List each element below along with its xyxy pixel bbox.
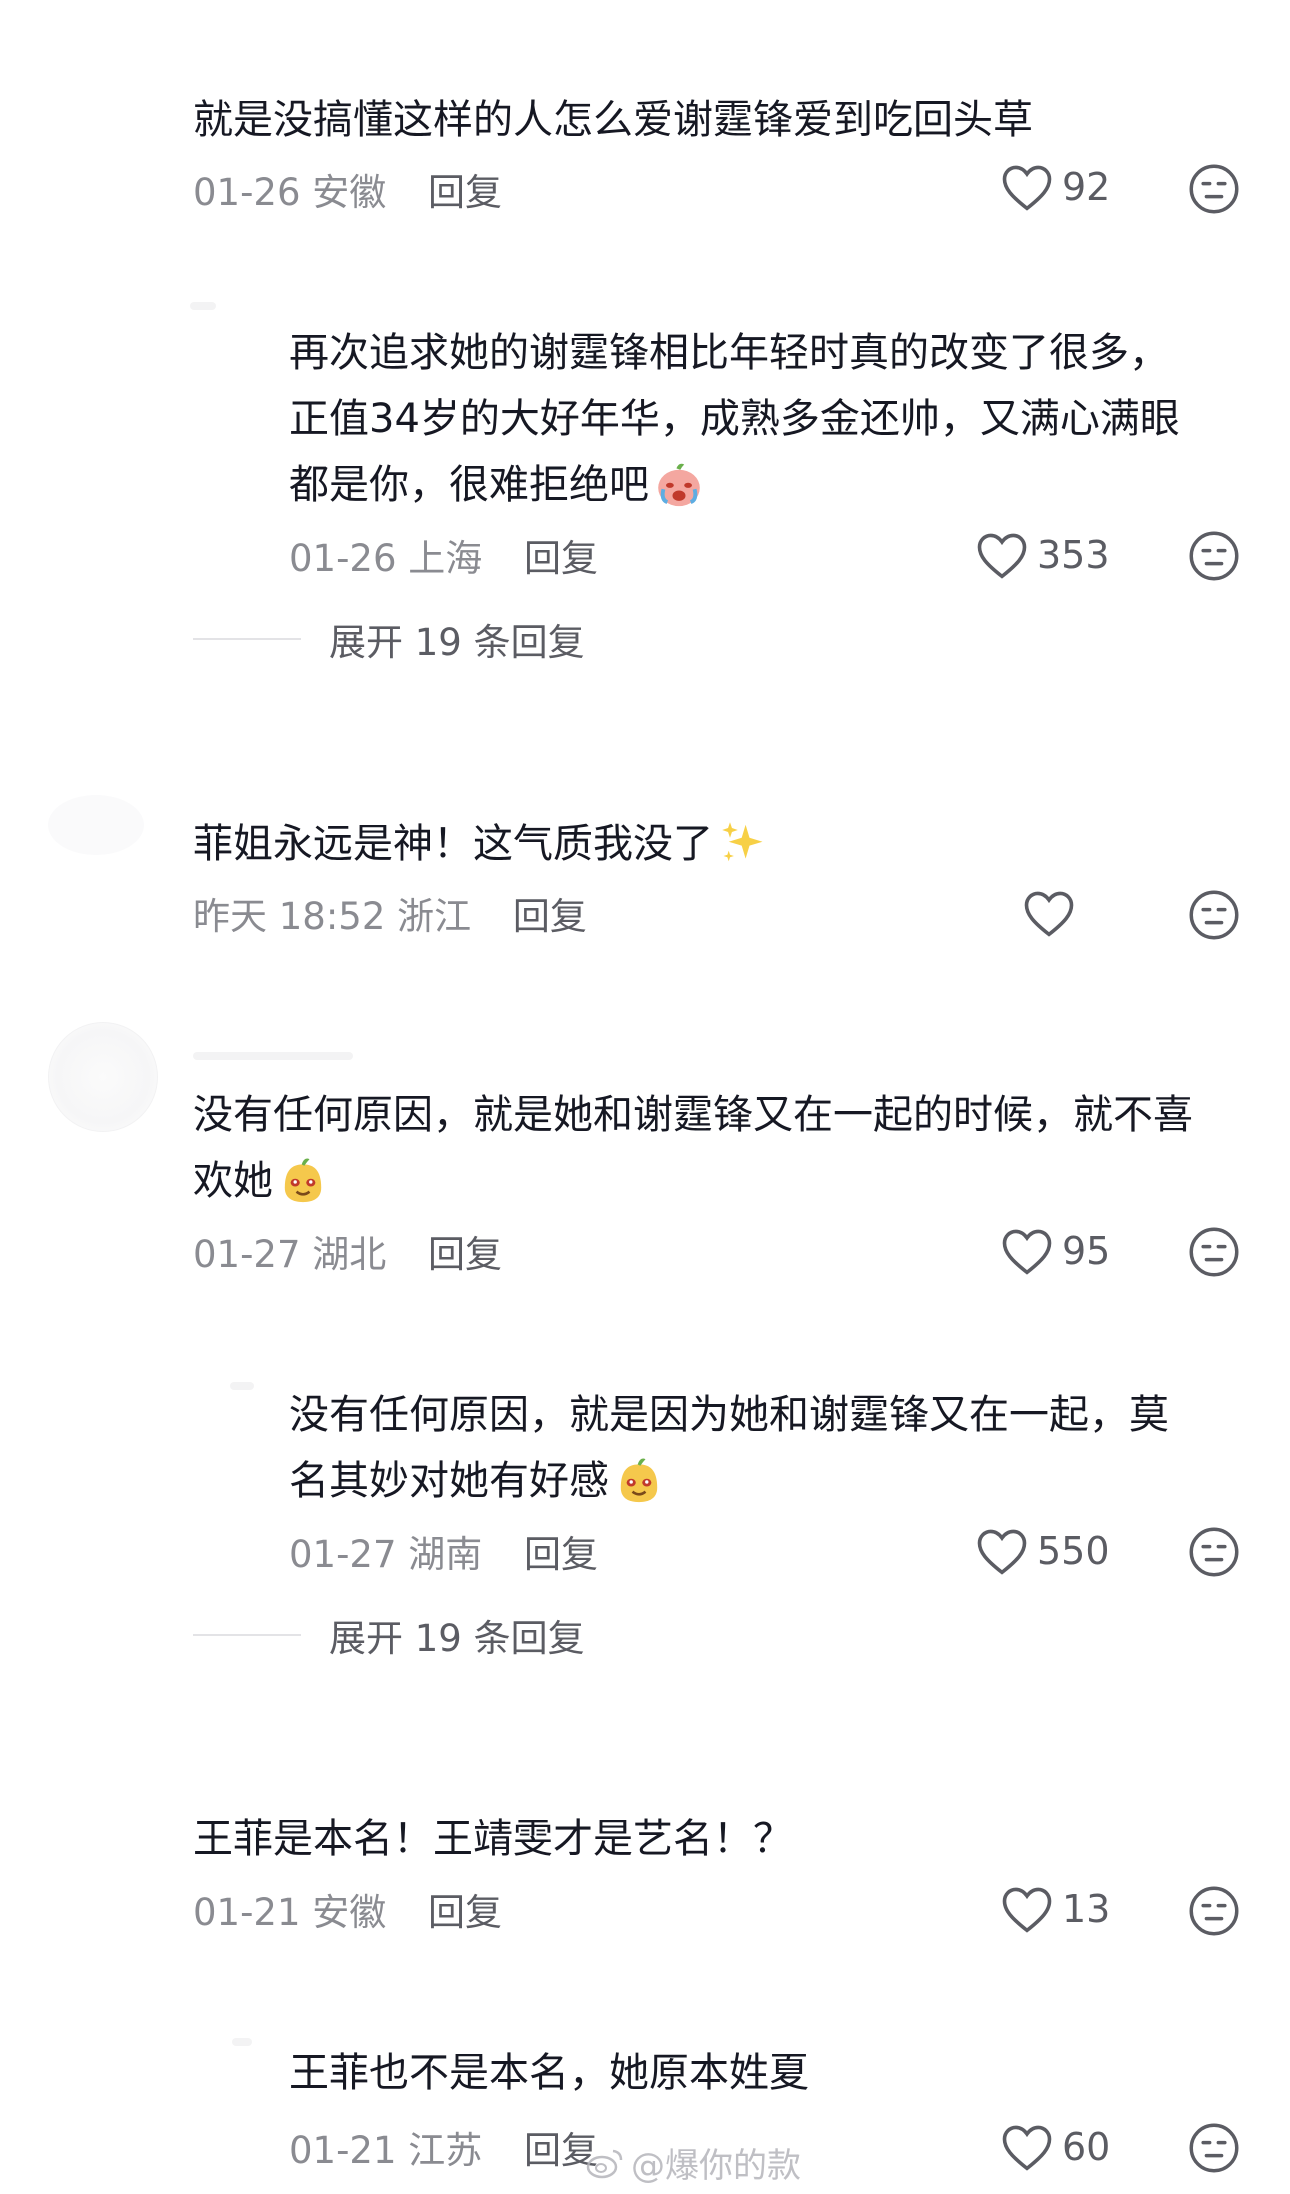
username-placeholder bbox=[190, 302, 216, 310]
comment-date: 01-26 bbox=[193, 171, 301, 214]
comment-meta: 01-26 上海 回复 bbox=[289, 528, 598, 582]
comment-text: 再次追求她的谢霆锋相比年轻时真的改变了很多， 正值34岁的大好年华，成熟多金还帅… bbox=[289, 330, 1180, 508]
comment-location: 浙江 bbox=[397, 895, 472, 938]
avatar[interactable] bbox=[48, 795, 144, 855]
watermark-text: @爆你的款 bbox=[631, 2146, 801, 2186]
comment-meta: 01-21 安徽 回复 bbox=[193, 1882, 502, 1936]
comment-meta: 01-26 安徽 回复 bbox=[193, 162, 502, 216]
reply-button[interactable]: 回复 bbox=[428, 1891, 502, 1934]
like-button[interactable]: 95 bbox=[1000, 1226, 1110, 1276]
divider bbox=[193, 1634, 301, 1636]
avatar[interactable] bbox=[48, 1022, 158, 1132]
comment-meta: 01-27 湖南 回复 bbox=[289, 1524, 598, 1578]
like-button[interactable]: 353 bbox=[975, 530, 1110, 580]
sparkles-emoji-icon bbox=[722, 822, 763, 862]
dislike-icon[interactable] bbox=[1188, 1226, 1240, 1278]
smirk-emoji-icon bbox=[284, 1158, 322, 1203]
expand-replies[interactable]: 展开 19 条回复 bbox=[193, 1608, 585, 1662]
crying-face-emoji-icon bbox=[658, 463, 700, 507]
heart-icon bbox=[1024, 891, 1074, 937]
comment-location: 上海 bbox=[408, 537, 483, 580]
like-count: 92 bbox=[1062, 165, 1111, 209]
username-placeholder bbox=[232, 2038, 252, 2046]
heart-icon bbox=[1002, 1229, 1052, 1275]
divider bbox=[193, 638, 301, 640]
comment-date: 01-21 bbox=[289, 2129, 397, 2172]
comment-text: 菲姐永远是神！这气质我没了 bbox=[193, 811, 769, 877]
heart-icon bbox=[1002, 2125, 1052, 2171]
heart-icon bbox=[1002, 165, 1052, 211]
like-count: 95 bbox=[1062, 1229, 1111, 1273]
comment-text: 王菲也不是本名，她原本姓夏 bbox=[289, 2050, 809, 2096]
comment-text: 王菲是本名！王靖雯才是艺名！？ bbox=[193, 1816, 793, 1862]
like-button[interactable]: 13 bbox=[1000, 1884, 1110, 1934]
comment-meta: 01-27 湖北 回复 bbox=[193, 1224, 502, 1278]
comment-date: 01-27 bbox=[289, 1533, 397, 1576]
dislike-icon[interactable] bbox=[1188, 530, 1240, 582]
heart-icon bbox=[977, 533, 1027, 579]
username-placeholder bbox=[230, 1382, 254, 1390]
comment-text: 没有任何原因，就是因为她和谢霆锋又在一起，莫 名其妙对她有好感 bbox=[289, 1392, 1169, 1504]
comment-location: 江苏 bbox=[408, 2129, 483, 2172]
like-count: 13 bbox=[1062, 1887, 1111, 1931]
comment-date: 01-26 bbox=[289, 537, 397, 580]
like-count: 60 bbox=[1062, 2125, 1111, 2169]
dislike-icon[interactable] bbox=[1188, 163, 1240, 215]
like-button[interactable] bbox=[1022, 888, 1084, 938]
reply-button[interactable]: 回复 bbox=[524, 1533, 598, 1576]
like-button[interactable]: 550 bbox=[975, 1526, 1110, 1576]
comment-location: 湖南 bbox=[408, 1533, 483, 1576]
comment-text: 就是没搞懂这样的人怎么爱谢霆锋爱到吃回头草 bbox=[193, 97, 1033, 143]
dislike-icon[interactable] bbox=[1188, 1885, 1240, 1937]
comment-date: 01-21 bbox=[193, 1891, 301, 1934]
reply-button[interactable]: 回复 bbox=[428, 1233, 502, 1276]
comment-date: 01-27 bbox=[193, 1233, 301, 1276]
watermark: @爆你的款 bbox=[585, 2138, 801, 2187]
dislike-icon[interactable] bbox=[1188, 1526, 1240, 1578]
smirk-emoji-icon bbox=[620, 1458, 658, 1503]
like-button[interactable]: 60 bbox=[1000, 2122, 1110, 2172]
like-count: 353 bbox=[1037, 533, 1110, 577]
comment-date: 昨天 18:52 bbox=[193, 895, 386, 938]
heart-icon bbox=[1002, 1887, 1052, 1933]
expand-replies-label[interactable]: 展开 19 条回复 bbox=[329, 612, 585, 666]
comment-location: 湖北 bbox=[312, 1233, 387, 1276]
reply-button[interactable]: 回复 bbox=[428, 171, 502, 214]
username-placeholder bbox=[193, 1052, 353, 1060]
like-button[interactable]: 92 bbox=[1000, 162, 1110, 212]
comment-location: 安徽 bbox=[312, 171, 387, 214]
comment-meta: 昨天 18:52 浙江 回复 bbox=[193, 886, 587, 940]
expand-replies[interactable]: 展开 19 条回复 bbox=[193, 612, 585, 666]
dislike-icon[interactable] bbox=[1188, 889, 1240, 941]
comment-meta: 01-21 江苏 回复 bbox=[289, 2120, 598, 2174]
dislike-icon[interactable] bbox=[1188, 2122, 1240, 2174]
like-count: 550 bbox=[1037, 1529, 1110, 1573]
reply-button[interactable]: 回复 bbox=[524, 537, 598, 580]
expand-replies-label[interactable]: 展开 19 条回复 bbox=[329, 1608, 585, 1662]
reply-button[interactable]: 回复 bbox=[513, 895, 587, 938]
heart-icon bbox=[977, 1529, 1027, 1575]
comment-location: 安徽 bbox=[312, 1891, 387, 1934]
weibo-logo-icon bbox=[586, 2149, 623, 2178]
comment-text: 没有任何原因，就是她和谢霆锋又在一起的时候，就不喜 欢她 bbox=[193, 1092, 1193, 1204]
